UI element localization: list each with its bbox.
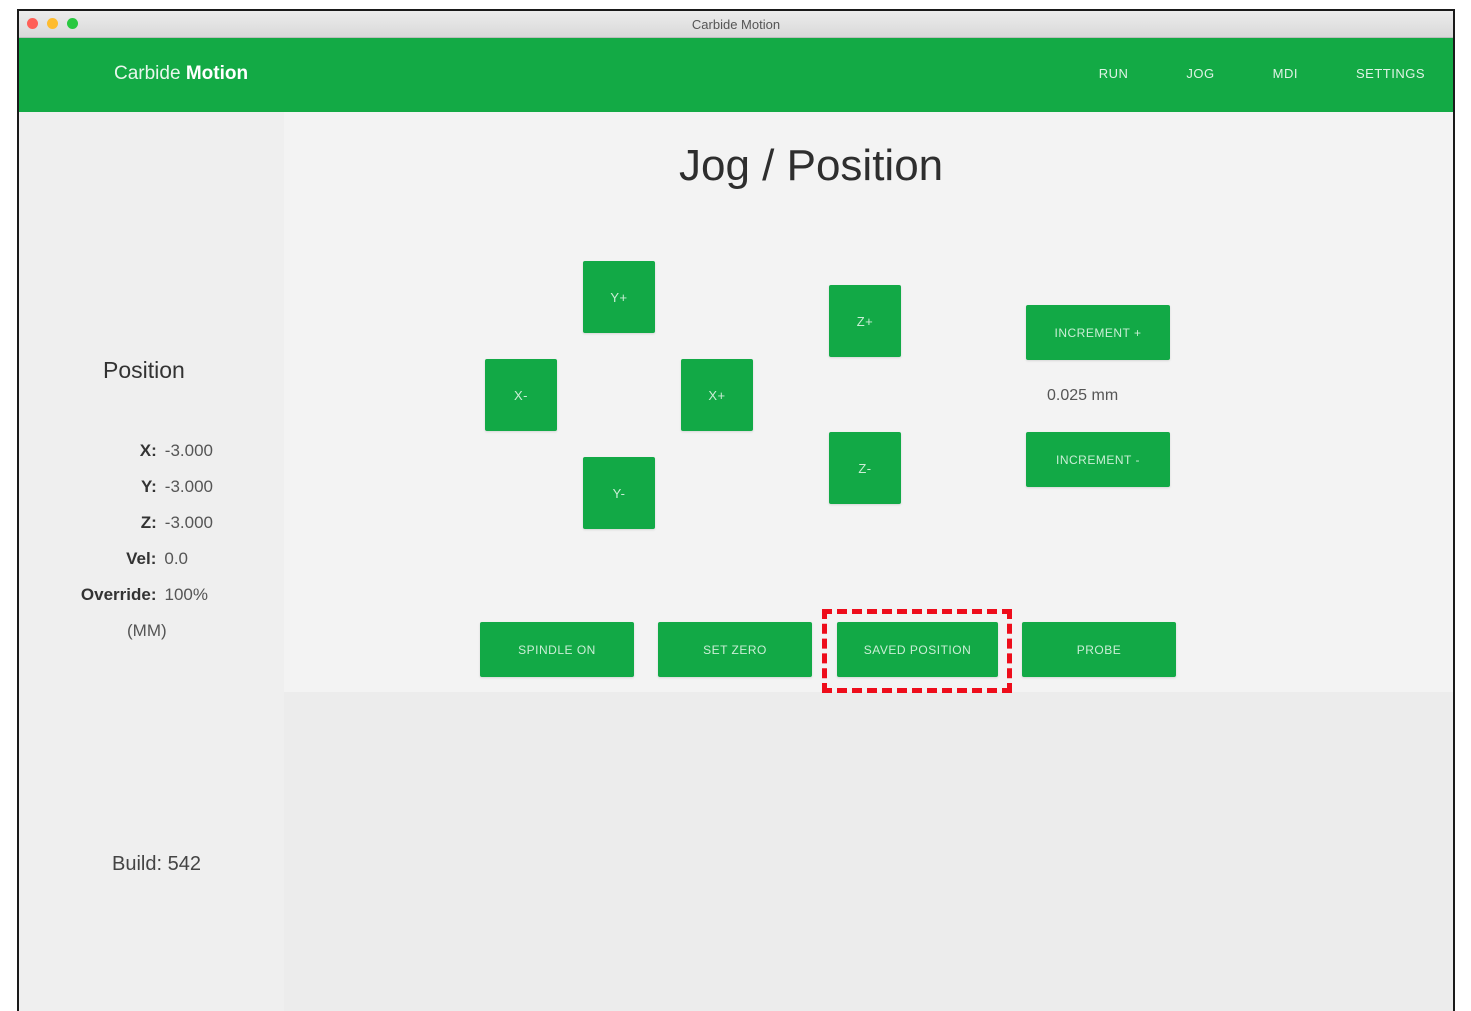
increment-up-button[interactable]: INCREMENT + [1026,305,1170,360]
app-window: Carbide Motion Carbide Motion RUN JOG MD… [17,9,1455,1011]
readout-z-label: Z: [140,513,157,532]
readout-x: X: -3.000 [140,441,213,461]
nav-links: RUN JOG MDI SETTINGS [1041,66,1425,81]
readout-z: Z: -3.000 [141,513,213,533]
top-navbar: Carbide Motion RUN JOG MDI SETTINGS [19,38,1453,112]
lower-panel [284,692,1453,1011]
jog-z-minus-button[interactable]: Z- [829,432,901,504]
readout-velocity-label: Vel: [126,549,157,568]
jog-x-minus-button[interactable]: X- [485,359,557,431]
readout-velocity-value: 0.0 [164,549,188,568]
nav-link-run[interactable]: RUN [1099,66,1129,81]
brand-name-bold: Motion [185,63,249,84]
page-title: Jog / Position [679,141,944,190]
title-bar: Carbide Motion [19,11,1453,38]
readout-y-label: Y: [141,477,157,496]
increment-down-button[interactable]: INCREMENT - [1026,432,1170,487]
brand-name: Carbide [114,63,186,84]
readout-x-label: X: [139,441,157,460]
units-label: (MM) [127,621,167,640]
jog-y-minus-button[interactable]: Y- [583,457,655,529]
spindle-on-button[interactable]: SPINDLE ON [480,622,634,677]
increment-value: 0.025 mm [1047,387,1119,404]
readout-y: Y: -3.000 [141,477,213,497]
window-title: Carbide Motion [691,17,781,32]
position-heading: Position [103,357,185,383]
readout-z-value: -3.000 [164,513,213,532]
readout-velocity: Vel: 0.0 [126,549,188,569]
nav-link-settings[interactable]: SETTINGS [1356,66,1425,81]
jog-z-plus-button[interactable]: Z+ [829,285,901,357]
probe-button[interactable]: PROBE [1022,622,1176,677]
readout-override-label: Override: [80,585,157,604]
nav-link-mdi[interactable]: MDI [1273,66,1298,81]
set-zero-button[interactable]: SET ZERO [658,622,812,677]
brand-logo: Carbide Motion [114,63,248,85]
readout-x-value: -3.000 [164,441,213,460]
readout-override: Override: 100% [81,585,208,605]
readout-y-value: -3.000 [164,477,213,496]
jog-x-plus-button[interactable]: X+ [681,359,753,431]
readout-override-value: 100% [164,585,208,604]
highlight-box [822,609,1012,693]
nav-link-jog[interactable]: JOG [1186,66,1214,81]
jog-y-plus-button[interactable]: Y+ [583,261,655,333]
build-label: Build: 542 [112,853,201,875]
